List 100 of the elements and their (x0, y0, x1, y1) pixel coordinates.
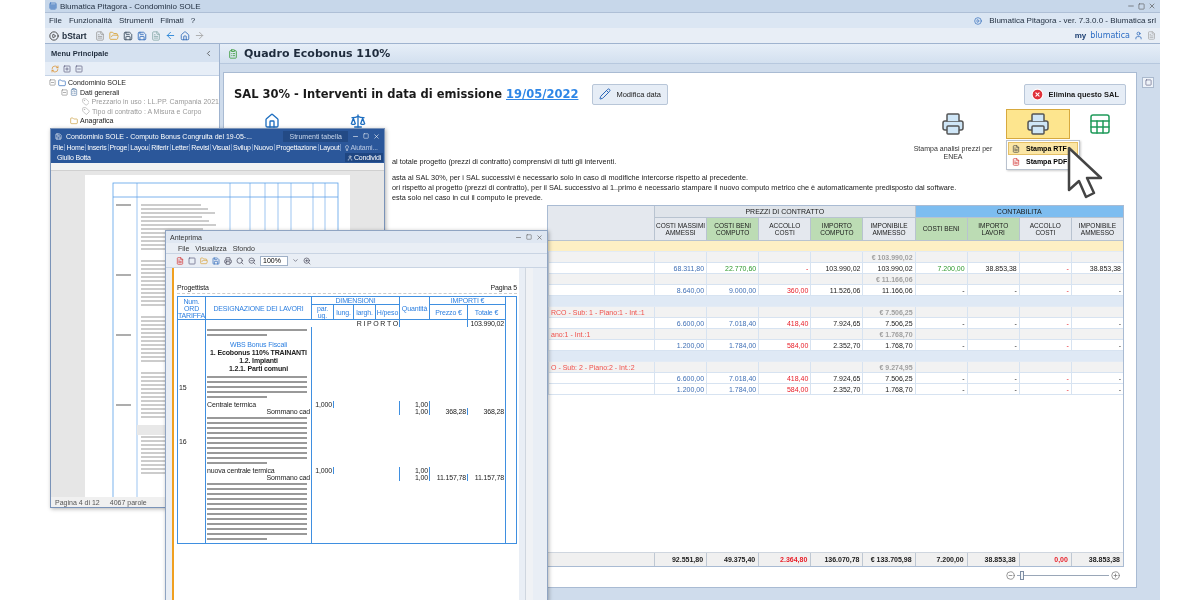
slider-thumb[interactable] (1019, 570, 1024, 580)
back-arrow-icon[interactable] (164, 30, 176, 41)
table-cell (966, 362, 1019, 373)
start-button[interactable]: bStart (49, 30, 91, 41)
user-icon (347, 154, 353, 161)
property-icon (81, 97, 90, 106)
table-cell (1018, 362, 1071, 373)
table-cell (706, 362, 759, 373)
table-cell (1070, 307, 1123, 318)
table-cell (914, 252, 967, 263)
table-cell (758, 274, 811, 285)
printer-icon[interactable] (224, 256, 232, 265)
save-as-icon[interactable] (136, 30, 147, 41)
table-cell (1070, 329, 1123, 340)
collapse-icon[interactable] (61, 88, 68, 96)
menu-item[interactable]: ? (190, 16, 196, 25)
table-cell (810, 362, 863, 373)
table-cell (966, 274, 1019, 285)
pdf-file-icon (1012, 157, 1020, 166)
folder-icon[interactable] (200, 256, 208, 265)
new-file-icon[interactable] (94, 30, 105, 41)
table-cell (706, 252, 759, 263)
brand-prefix: my (1074, 31, 1087, 40)
forward-arrow-icon[interactable] (193, 30, 205, 41)
close-icon[interactable] (536, 233, 543, 241)
table-cell (1018, 329, 1071, 340)
table-cell (810, 274, 863, 285)
close-icon (1030, 87, 1044, 101)
minimize-icon[interactable] (1127, 2, 1135, 10)
folder-icon (70, 116, 78, 125)
refresh-icon[interactable] (51, 64, 59, 73)
table-cell (1070, 274, 1123, 285)
side-panel-button[interactable] (1142, 77, 1154, 88)
printer-icon (941, 112, 965, 136)
brand-name[interactable]: blumatica (1090, 31, 1130, 40)
expand-all-icon[interactable] (63, 64, 71, 73)
user-icon[interactable] (1134, 31, 1143, 40)
rtf-file-icon (1012, 144, 1020, 153)
save-icon[interactable] (122, 30, 133, 41)
table-cell (654, 274, 707, 285)
scrollbar[interactable] (525, 268, 533, 600)
play-icon (49, 30, 59, 41)
scale-icon[interactable] (350, 113, 366, 129)
dropdown-icon[interactable] (292, 257, 299, 264)
table-cell (758, 329, 811, 340)
collapse-icon[interactable] (49, 79, 56, 87)
table-cell (914, 274, 967, 285)
notes-icon[interactable] (1147, 31, 1156, 40)
table-cell (810, 252, 863, 263)
spreadsheet-icon (1088, 112, 1112, 136)
panel-icon (1144, 79, 1152, 86)
maximize-icon[interactable] (526, 234, 532, 240)
pencil-icon (599, 88, 612, 100)
lightbulb-icon (344, 144, 351, 151)
root-icon (58, 78, 66, 87)
table-cell (654, 252, 707, 263)
zoom-out-icon[interactable] (1006, 570, 1015, 580)
close-icon[interactable] (1148, 2, 1156, 10)
table-cell (706, 307, 759, 318)
table-cell (914, 307, 967, 318)
home-icon[interactable] (179, 30, 190, 41)
save-icon[interactable] (212, 256, 220, 265)
table-cell (654, 307, 707, 318)
table-cell (758, 362, 811, 373)
table-cell (810, 329, 863, 340)
menu-item[interactable]: File (49, 16, 62, 25)
collapse-all-icon[interactable] (75, 64, 83, 73)
printer-icon (1026, 112, 1050, 136)
table-cell (758, 252, 811, 263)
zoom-in-icon[interactable] (303, 256, 311, 265)
window-title: Blumatica Pitagora - Condominio SOLE (60, 1, 202, 11)
search-icon[interactable] (236, 256, 244, 265)
layout-icon[interactable] (188, 256, 196, 265)
panel-title: Quadro Ecobonus 110% (244, 47, 391, 60)
table-cell (966, 307, 1019, 318)
table-cell (706, 274, 759, 285)
collapse-icon[interactable] (204, 48, 213, 58)
table-cell (706, 329, 759, 340)
table-cell (810, 307, 863, 318)
menu-item[interactable]: Strumenti (119, 16, 154, 25)
table-cell (1070, 252, 1123, 263)
document-icon[interactable] (150, 30, 161, 41)
table-cell (1018, 252, 1071, 263)
print-button[interactable] (1006, 109, 1070, 139)
table-cell (914, 362, 967, 373)
table-cell (654, 329, 707, 340)
version-label: Blumatica Pitagora - ver. 7.3.0.0 - Blumatica srl (989, 16, 1156, 25)
table-cell (1070, 362, 1123, 373)
date-link[interactable]: 19/05/2022 (506, 87, 579, 101)
menu-item[interactable]: Filmati (160, 16, 184, 25)
zoom-in-icon[interactable] (1111, 570, 1120, 580)
table-cell (966, 252, 1019, 263)
sal-heading: SAL 30% - Interventi in data di emissione 19/05/2022 (234, 87, 579, 101)
table-cell (966, 329, 1019, 340)
zoom-out-icon[interactable] (248, 256, 256, 265)
pdf-icon[interactable] (176, 256, 184, 265)
restore-icon[interactable] (1138, 2, 1145, 10)
menu-item[interactable]: Funzionalità (68, 16, 113, 25)
table-cell (914, 329, 967, 340)
sheet-icon (70, 88, 78, 97)
